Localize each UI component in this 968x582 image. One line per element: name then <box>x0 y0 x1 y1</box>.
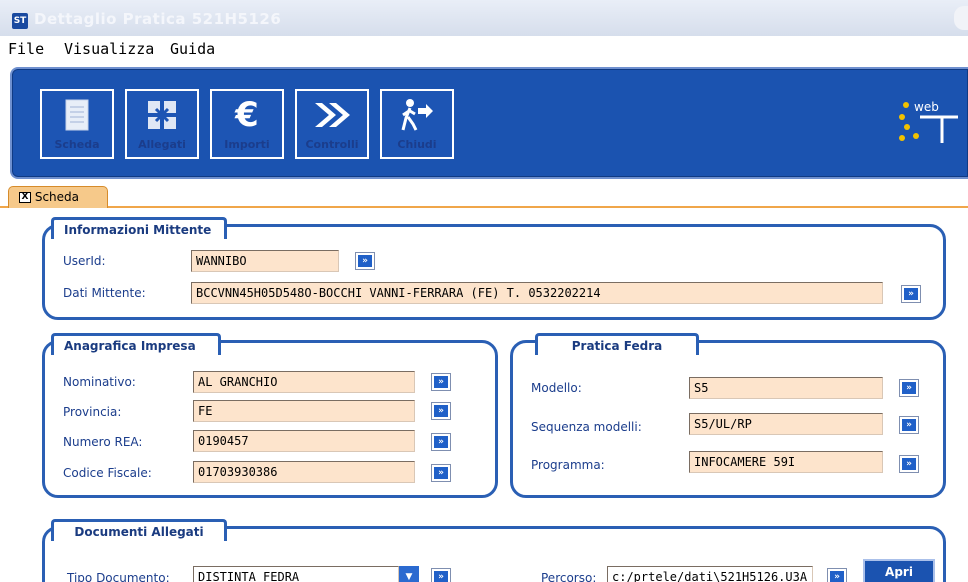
window-control[interactable] <box>954 6 968 30</box>
euro-icon: € <box>235 95 259 135</box>
modello-go-button[interactable]: » <box>899 379 919 397</box>
allegati-title: Documenti Allegati <box>51 519 227 541</box>
menu-guida[interactable]: Guida <box>170 40 215 58</box>
chevron-right-icon: » <box>434 436 448 448</box>
allegati-panel: Documenti Allegati Tipo Documento: DISTI… <box>42 519 946 582</box>
double-chevron-icon <box>297 97 367 133</box>
percorso-label: Percorso: <box>541 571 597 582</box>
app-icon: ST <box>12 13 28 29</box>
sequenza-field[interactable]: S5/UL/RP <box>689 413 883 435</box>
sequenza-label: Sequenza modelli: <box>531 420 642 434</box>
programma-go-button[interactable]: » <box>899 455 919 473</box>
chevron-right-icon: » <box>434 571 448 582</box>
sequenza-go-button[interactable]: » <box>899 416 919 434</box>
menu-file[interactable]: File <box>8 40 44 58</box>
programma-label: Programma: <box>531 458 605 472</box>
fedra-panel: Pratica Fedra Modello: S5 » Sequenza mod… <box>510 333 946 498</box>
mittente-panel: Informazioni Mittente UserId: WANNIBO » … <box>42 217 946 320</box>
scheda-label: Scheda <box>54 138 100 151</box>
chevron-right-icon: » <box>902 382 916 394</box>
provincia-field[interactable]: FE <box>193 400 415 422</box>
chevron-right-icon: » <box>358 255 372 267</box>
chevron-down-icon[interactable]: ▼ <box>399 566 419 582</box>
attachments-icon <box>127 97 197 133</box>
fedra-title: Pratica Fedra <box>535 333 699 355</box>
chevron-right-icon: » <box>902 419 916 431</box>
menu-bar: File Visualizza Guida <box>0 36 968 62</box>
title-bar: ST Dettaglio Pratica 521H5126 <box>0 0 968 36</box>
allegati-button[interactable]: Allegati <box>125 89 199 159</box>
allegati-label: Allegati <box>138 138 186 151</box>
percorso-go-button[interactable]: » <box>827 568 847 582</box>
chevron-right-icon: » <box>434 405 448 417</box>
programma-field[interactable]: INFOCAMERE 59I <box>689 451 883 473</box>
userid-go-button[interactable]: » <box>355 252 375 270</box>
window-title: Dettaglio Pratica 521H5126 <box>34 10 282 28</box>
chiudi-label: Chiudi <box>397 138 437 151</box>
nominativo-label: Nominativo: <box>63 375 136 389</box>
menu-visualizza[interactable]: Visualizza <box>64 40 154 58</box>
tab-label: Scheda <box>34 190 80 204</box>
tab-close-icon[interactable]: X <box>19 192 31 203</box>
numero-rea-go-button[interactable]: » <box>431 433 451 451</box>
impresa-panel: Anagrafica Impresa Nominativo: AL GRANCH… <box>42 333 498 498</box>
numero-rea-field[interactable]: 0190457 <box>193 430 415 452</box>
controlli-label: Controlli <box>305 138 359 151</box>
tipo-documento-label: Tipo Documento: <box>67 571 170 582</box>
importi-label: Importi <box>224 138 270 151</box>
provincia-go-button[interactable]: » <box>431 402 451 420</box>
impresa-title: Anagrafica Impresa <box>51 333 221 355</box>
tipo-documento-go-button[interactable]: » <box>431 568 451 582</box>
modello-field[interactable]: S5 <box>689 377 883 399</box>
webt-logo: web <box>892 81 962 161</box>
tab-strip: X Scheda <box>0 186 968 208</box>
scheda-button[interactable]: Scheda <box>40 89 114 159</box>
codice-fiscale-field[interactable]: 01703930386 <box>193 461 415 483</box>
nominativo-field[interactable]: AL GRANCHIO <box>193 371 415 393</box>
logo-text: web <box>914 100 939 114</box>
dati-mittente-field[interactable]: BCCVNN45H05D548O-BOCCHI VANNI-FERRARA (F… <box>191 282 883 304</box>
chevron-right-icon: » <box>830 571 844 582</box>
toolbar: Scheda Allegati € Importi Controlli Chiu… <box>10 67 968 179</box>
dati-mittente-label: Dati Mittente: <box>63 286 146 300</box>
provincia-label: Provincia: <box>63 405 122 419</box>
tipo-documento-select[interactable]: DISTINTA FEDRA <box>193 566 399 582</box>
numero-rea-label: Numero REA: <box>63 435 143 449</box>
codice-fiscale-label: Codice Fiscale: <box>63 466 152 480</box>
document-icon <box>42 97 112 133</box>
exit-person-icon <box>382 97 452 133</box>
controlli-button[interactable]: Controlli <box>295 89 369 159</box>
chiudi-button[interactable]: Chiudi <box>380 89 454 159</box>
importi-button[interactable]: € Importi <box>210 89 284 159</box>
mittente-title: Informazioni Mittente <box>51 217 227 239</box>
chevron-right-icon: » <box>904 288 918 300</box>
chevron-right-icon: » <box>434 376 448 388</box>
userid-label: UserId: <box>63 254 106 268</box>
userid-field[interactable]: WANNIBO <box>191 250 339 272</box>
codice-fiscale-go-button[interactable]: » <box>431 464 451 482</box>
chevron-right-icon: » <box>434 467 448 479</box>
dati-mittente-go-button[interactable]: » <box>901 285 921 303</box>
percorso-field[interactable]: c:/prtele/dati\521H5126.U3A <box>607 566 813 582</box>
modello-label: Modello: <box>531 381 582 395</box>
nominativo-go-button[interactable]: » <box>431 373 451 391</box>
chevron-right-icon: » <box>902 458 916 470</box>
apri-button[interactable]: Apri <box>863 559 935 582</box>
tab-scheda[interactable]: X Scheda <box>8 186 108 208</box>
